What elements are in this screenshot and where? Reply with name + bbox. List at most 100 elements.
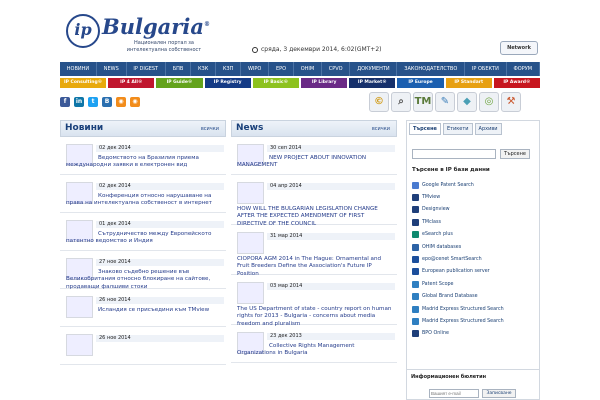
list-item[interactable]: 26 ное 2014 <box>60 328 226 365</box>
list-item[interactable]: 26 ное 2014 Исландия се присъедини към TM… <box>60 290 226 327</box>
design-icon[interactable]: ◆ <box>457 92 477 112</box>
nav-item[interactable]: NEWS <box>97 62 127 76</box>
subnav-item[interactable]: IP Europe <box>397 78 444 88</box>
subnav-item[interactable]: IP 4 All® <box>108 78 155 88</box>
database-icon <box>412 280 419 288</box>
nav-item[interactable]: ФОРУМ <box>507 62 540 76</box>
news-title-link[interactable]: Collective Rights Management Organizatio… <box>237 343 393 358</box>
tab-tags[interactable]: Етикети <box>442 123 473 135</box>
news-date: 01 дек 2014 <box>96 221 224 228</box>
news-en-title: News <box>236 123 264 133</box>
newsletter-subscribe-button[interactable]: Записване <box>482 389 516 398</box>
database-icon <box>412 181 419 189</box>
db-link[interactable]: Designview <box>412 204 540 216</box>
subnav-item[interactable]: IP Library <box>301 78 348 88</box>
tab-search[interactable]: Търсене <box>409 123 441 135</box>
logo-subtitle: Национален портал за интелектуална собст… <box>126 40 202 53</box>
blogger-icon[interactable]: B <box>102 97 112 107</box>
list-item[interactable]: 27 ное 2014 Знаково съдебно решение във В… <box>60 252 226 291</box>
search-button[interactable]: Търсене <box>500 149 530 159</box>
news-title-link[interactable]: HOW WILL THE BULGARIAN LEGISLATION CHANG… <box>237 206 393 228</box>
news-title-link[interactable]: NEW PROJECT ABOUT INNOVATION MANAGEMENT <box>237 155 393 170</box>
nav-item[interactable]: ДОКУМЕНТИ <box>350 62 398 76</box>
nav-item[interactable]: OHIM <box>294 62 322 76</box>
news-title-link[interactable]: CIOPORA AGM 2014 in The Hague: Ornamenta… <box>237 256 393 278</box>
subnav-item[interactable]: IP Consulting® <box>60 78 107 88</box>
subnav-item[interactable]: IP Basic® <box>252 78 300 88</box>
facebook-icon[interactable]: f <box>60 97 70 107</box>
news-title-link[interactable]: Сътрудничество между Европейското патент… <box>66 231 222 246</box>
db-link[interactable]: Global Brand Database <box>412 291 540 303</box>
database-icon <box>412 293 419 301</box>
db-link[interactable]: BPO Online <box>412 328 540 340</box>
network-button[interactable]: Network <box>500 41 538 55</box>
db-link[interactable]: epo@cenet SmartSearch <box>412 253 540 265</box>
nav-item[interactable]: БПВ <box>166 62 192 76</box>
toolbox-icon[interactable]: ⚒ <box>501 92 521 112</box>
db-link[interactable]: eSearch plus <box>412 229 540 241</box>
nav-item[interactable]: EPO <box>269 62 294 76</box>
subnav-item[interactable]: IP Award® <box>493 78 541 88</box>
nav-item[interactable]: ЗАКОНОДАТЕЛСТВО <box>397 62 466 76</box>
db-link[interactable]: Patent Scope <box>412 278 540 290</box>
list-item[interactable]: 02 дек 2014 Ведомството на Бразилия прием… <box>60 138 226 175</box>
news-date: 02 дек 2014 <box>96 145 224 152</box>
db-link-label: European publication server <box>422 269 490 275</box>
twitter-icon[interactable]: t <box>88 97 98 107</box>
rss-icon-2[interactable]: ◉ <box>130 97 140 107</box>
list-item[interactable]: 30 сеп 2014 NEW PROJECT ABOUT INNOVATION … <box>231 138 397 175</box>
nav-item[interactable]: НОВИНИ <box>60 62 97 76</box>
logo-mark[interactable]: ip <box>66 14 100 48</box>
patent-icon[interactable]: ✎ <box>435 92 455 112</box>
globe-icon[interactable]: ◎ <box>479 92 499 112</box>
news-bg-all-link[interactable]: всички <box>201 126 219 132</box>
search-input[interactable] <box>412 149 496 159</box>
news-title-link[interactable]: Исландия се присъедини към TMview <box>66 307 222 314</box>
tab-archives[interactable]: Архиви <box>474 123 502 135</box>
logo-text[interactable]: Bulgaria® <box>102 14 210 39</box>
subnav-item[interactable]: IP Market® <box>349 78 396 88</box>
nav-item[interactable]: WIPO <box>241 62 270 76</box>
copyright-icon[interactable]: © <box>369 92 389 112</box>
news-title-link[interactable]: Ведомството на Бразилия приема междунаро… <box>66 155 222 170</box>
subnav-item[interactable]: IP Registry <box>204 78 251 88</box>
news-en-header: News всички <box>231 120 397 137</box>
news-date: 30 сеп 2014 <box>267 145 395 152</box>
search-tile-icon[interactable]: ⌕ <box>391 92 411 112</box>
subnav-item[interactable]: IP Guide® <box>156 78 203 88</box>
news-date: 02 дек 2014 <box>96 183 224 190</box>
db-link[interactable]: Madrid Express Structured Search <box>412 303 540 315</box>
nav-item[interactable]: КЗП <box>216 62 242 76</box>
subnav-item[interactable]: IP Standart <box>445 78 492 88</box>
news-thumbnail <box>237 232 264 254</box>
trademark-icon[interactable]: TM <box>413 92 433 112</box>
list-item[interactable]: 23 дек 2013 Collective Rights Management … <box>231 326 397 363</box>
rss-icon[interactable]: ◉ <box>116 97 126 107</box>
news-title-link[interactable]: Конференция относно нарушаване на права … <box>66 193 222 208</box>
news-title-link[interactable]: Знаково съдебно решение във Великобритан… <box>66 269 222 291</box>
news-title-link[interactable]: The US Department of state - country rep… <box>237 306 393 328</box>
db-link[interactable]: TMclass <box>412 216 540 228</box>
site-header: ip Bulgaria® Национален портал за интеле… <box>60 0 540 62</box>
list-item[interactable]: 03 мар 2014 The US Department of state - … <box>231 276 397 328</box>
nav-item[interactable]: CPVO <box>322 62 351 76</box>
list-item[interactable]: 01 дек 2014 Сътрудничество между Европейс… <box>60 214 226 251</box>
news-en-all-link[interactable]: всички <box>372 126 390 132</box>
db-link[interactable]: Madrid Express Structured Search <box>412 315 540 327</box>
list-item[interactable]: 31 мар 2014 CIOPORA AGM 2014 in The Hague… <box>231 226 397 278</box>
db-link[interactable]: Google Patent Search <box>412 179 540 191</box>
db-link[interactable]: OHIM databases <box>412 241 540 253</box>
social-links: f in t B ◉ ◉ <box>60 97 210 109</box>
db-link[interactable]: European publication server <box>412 266 540 278</box>
newsletter-email-input[interactable] <box>429 389 479 398</box>
nav-item[interactable]: IP DIGEST <box>127 62 166 76</box>
linkedin-icon[interactable]: in <box>74 97 84 107</box>
db-link[interactable]: TMview <box>412 191 540 203</box>
nav-item[interactable]: IP ОБЕКТИ <box>465 62 507 76</box>
list-item[interactable]: 02 дек 2014 Конференция относно нарушаван… <box>60 176 226 213</box>
list-item[interactable]: 04 апр 2014 HOW WILL THE BULGARIAN LEGISL… <box>231 176 397 228</box>
database-icon <box>412 206 419 214</box>
db-link-label: BPO Online <box>422 331 449 337</box>
nav-item[interactable]: КЗК <box>191 62 217 76</box>
news-bg-header: Новини всички <box>60 120 226 137</box>
